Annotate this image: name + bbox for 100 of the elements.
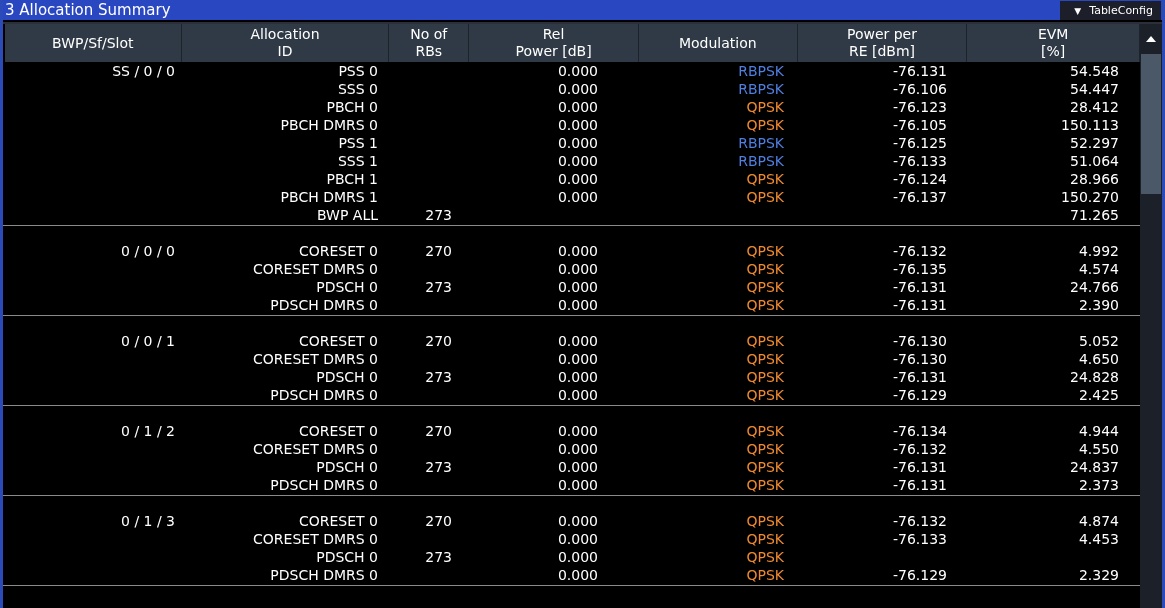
table-cell: 0.000 [557, 422, 598, 440]
table-cell: 54.447 [1070, 80, 1119, 98]
table-cell: SS / 0 / 0 [112, 62, 175, 80]
table-cell: 0.000 [557, 98, 598, 116]
table-cell: CORESET DMRS 0 [253, 260, 378, 278]
column-header[interactable]: Power per RE [dBm] [797, 24, 968, 62]
table-cell: 273 [425, 548, 452, 566]
table-cell: BWP ALL [316, 206, 378, 224]
column-header[interactable]: Rel Power [dB] [469, 24, 639, 62]
table-cell: QPSK [746, 440, 784, 458]
table-cell: PDSCH 0 [316, 458, 378, 476]
table-cell: -76.105 [892, 116, 947, 134]
table-cell: 0 / 1 / 3 [121, 512, 175, 530]
table-cell: PSS 0 [338, 62, 378, 80]
table-cell: 273 [425, 206, 452, 224]
table-cell: CORESET 0 [299, 422, 378, 440]
table-cell: -76.106 [892, 80, 947, 98]
table-cell: PDSCH DMRS 0 [270, 476, 378, 494]
table-cell: 4.992 [1078, 242, 1119, 260]
table-cell: -76.135 [892, 260, 947, 278]
scroll-up-icon[interactable] [1146, 36, 1156, 42]
table-cell: 0.000 [557, 386, 598, 404]
table-cell: QPSK [746, 530, 784, 548]
column-header[interactable]: No of RBs [389, 24, 470, 62]
table-cell: 0.000 [557, 188, 598, 206]
table-cell: -76.137 [892, 188, 947, 206]
table-cell: PSS 1 [338, 134, 378, 152]
table-cell: 28.412 [1070, 98, 1119, 116]
table-cell: 0.000 [557, 260, 598, 278]
table-cell: 0.000 [557, 242, 598, 260]
table-cell: PBCH 0 [326, 98, 378, 116]
table-cell: -76.131 [892, 476, 947, 494]
table-cell: QPSK [746, 332, 784, 350]
table-cell: 2.425 [1078, 386, 1119, 404]
table-cell: 0.000 [557, 278, 598, 296]
table-cell: QPSK [746, 512, 784, 530]
table-cell: 2.373 [1078, 476, 1119, 494]
table-cell: PBCH 1 [326, 170, 378, 188]
table-cell: QPSK [746, 296, 784, 314]
table-cell: 24.837 [1070, 458, 1119, 476]
table-cell: -76.131 [892, 62, 947, 80]
table-cell: 0.000 [557, 152, 598, 170]
table-cell: -76.134 [892, 422, 947, 440]
table-cell: QPSK [746, 368, 784, 386]
table-cell: PDSCH DMRS 0 [270, 566, 378, 584]
table-cell: 4.574 [1078, 260, 1119, 278]
table-cell: QPSK [746, 566, 784, 584]
table-cell: PDSCH DMRS 0 [270, 296, 378, 314]
table-cell: QPSK [746, 350, 784, 368]
table-cell: QPSK [746, 278, 784, 296]
table-cell: 0.000 [557, 134, 598, 152]
table-cell: PDSCH 0 [316, 278, 378, 296]
table-cell: RBPSK [738, 80, 784, 98]
table-cell: 2.390 [1078, 296, 1119, 314]
table-cell: 0.000 [557, 440, 598, 458]
table-cell: 0.000 [557, 530, 598, 548]
table-cell: -76.125 [892, 134, 947, 152]
table-cell: 0 / 0 / 1 [121, 332, 175, 350]
table-cell: 273 [425, 278, 452, 296]
table-cell: 4.944 [1078, 422, 1119, 440]
table-cell: 4.874 [1078, 512, 1119, 530]
table-cell: -76.130 [892, 332, 947, 350]
table-cell: 52.297 [1070, 134, 1119, 152]
scrollbar[interactable] [1140, 24, 1162, 608]
table-cell: 0.000 [557, 566, 598, 584]
table-cell: 270 [425, 242, 452, 260]
table-cell: 270 [425, 422, 452, 440]
table-cell: QPSK [746, 422, 784, 440]
table-cell: -76.124 [892, 170, 947, 188]
table-cell: QPSK [746, 242, 784, 260]
table-cell: 0.000 [557, 116, 598, 134]
table-cell: 0.000 [557, 476, 598, 494]
table-cell: 0.000 [557, 332, 598, 350]
table-cell: 0.000 [557, 512, 598, 530]
window-title: 3 Allocation Summary [5, 1, 171, 19]
scrollbar-thumb[interactable] [1141, 54, 1161, 194]
table-cell: QPSK [746, 170, 784, 188]
table-cell: 0.000 [557, 170, 598, 188]
table-cell: CORESET DMRS 0 [253, 530, 378, 548]
table-cell: 273 [425, 368, 452, 386]
table-cell: 28.966 [1070, 170, 1119, 188]
table-cell: -76.129 [892, 566, 947, 584]
table-cell: 270 [425, 512, 452, 530]
table-cell: QPSK [746, 458, 784, 476]
table-cell: -76.132 [892, 512, 947, 530]
table-cell: CORESET 0 [299, 512, 378, 530]
table-cell: PBCH DMRS 0 [280, 116, 378, 134]
table-cell: -76.132 [892, 440, 947, 458]
table-cell: 0.000 [557, 458, 598, 476]
column-header[interactable]: Modulation [638, 24, 798, 62]
table-cell: QPSK [746, 98, 784, 116]
table-cell: 0.000 [557, 62, 598, 80]
table-cell: 54.548 [1070, 62, 1119, 80]
table-cell: QPSK [746, 476, 784, 494]
table-cell: 4.453 [1078, 530, 1119, 548]
table-config-button[interactable]: ▼ TableConfig [1060, 1, 1161, 20]
column-header[interactable]: BWP/Sf/Slot [5, 24, 182, 62]
column-header[interactable]: Allocation ID [181, 24, 390, 62]
table-cell: 150.270 [1061, 188, 1119, 206]
table-cell: SSS 1 [337, 152, 378, 170]
